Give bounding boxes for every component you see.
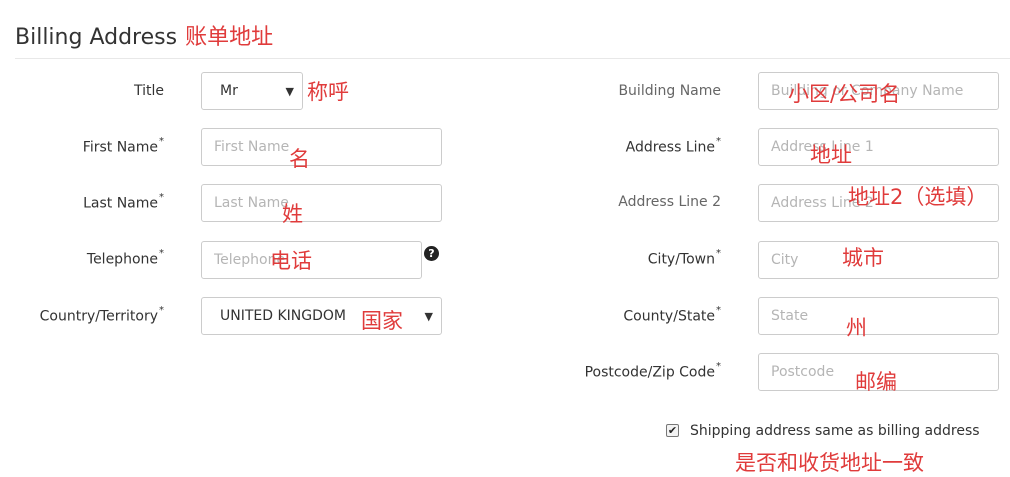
country-label: Country/Territory*: [39, 305, 164, 325]
building-name-label: Building Name: [618, 83, 721, 99]
city-annotation: 城市: [842, 246, 884, 270]
section-title: Billing Address: [15, 25, 178, 50]
building-name-annotation: 小区/公司名: [788, 82, 901, 106]
address-line-1-input[interactable]: [758, 128, 999, 166]
last-name-label: Last Name*: [83, 192, 164, 212]
telephone-annotation: 电话: [270, 249, 312, 273]
first-name-input[interactable]: [201, 128, 442, 166]
address-line-annotation: 地址: [810, 143, 852, 167]
required-marker: *: [159, 136, 164, 147]
county-state-label: County/State*: [623, 305, 721, 325]
title-select[interactable]: Mr ▼: [201, 72, 303, 110]
state-annotation: 州: [846, 316, 867, 340]
required-marker: *: [159, 305, 164, 316]
address-line-label: Address Line*: [625, 136, 721, 156]
last-name-input[interactable]: [201, 184, 442, 222]
country-annotation: 国家: [361, 309, 403, 333]
heading-divider: [15, 58, 1010, 59]
country-select-value: UNITED KINGDOM: [220, 308, 346, 324]
required-marker: *: [716, 136, 721, 147]
shipping-same-checkbox[interactable]: ✔: [666, 424, 679, 437]
postcode-label: Postcode/Zip Code*: [584, 361, 721, 381]
section-heading: Billing Address 账单地址: [15, 19, 273, 51]
state-input[interactable]: [758, 297, 999, 335]
address-line-2-label: Address Line 2: [618, 194, 721, 210]
postcode-annotation: 邮编: [855, 370, 897, 394]
city-label: City/Town*: [647, 248, 721, 268]
title-label: Title: [133, 83, 164, 99]
section-annotation: 账单地址: [185, 25, 274, 50]
title-select-value: Mr: [220, 83, 238, 99]
first-name-annotation: 名: [289, 147, 310, 171]
required-marker: *: [159, 192, 164, 203]
question-circle-icon[interactable]: ?: [424, 246, 439, 261]
country-select[interactable]: UNITED KINGDOM ▼: [201, 297, 442, 335]
required-marker: *: [716, 248, 721, 259]
shipping-annotation: 是否和收货地址一致: [735, 451, 924, 475]
chevron-down-icon: ▼: [285, 85, 294, 98]
required-marker: *: [159, 248, 164, 259]
shipping-same-label[interactable]: Shipping address same as billing address: [690, 423, 980, 439]
address-line-2-annotation: 地址2（选填）: [848, 185, 988, 209]
title-annotation: 称呼: [307, 80, 349, 104]
last-name-annotation: 姓: [282, 202, 303, 226]
chevron-down-icon: ▼: [424, 310, 433, 323]
required-marker: *: [716, 305, 721, 316]
first-name-label: First Name*: [82, 136, 164, 156]
required-marker: *: [716, 361, 721, 372]
telephone-label: Telephone*: [86, 248, 164, 268]
